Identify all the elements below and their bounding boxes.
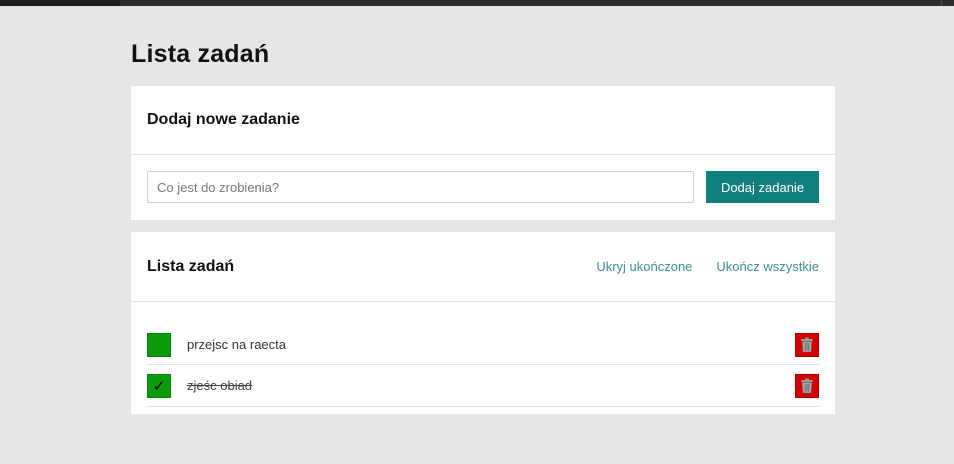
add-task-card: Dodaj nowe zadanie Dodaj zadanie xyxy=(131,86,835,220)
task-list-header: Lista zadań Ukryj ukończone Ukończ wszys… xyxy=(131,232,835,302)
delete-task-button[interactable] xyxy=(795,373,819,398)
add-task-heading: Dodaj nowe zadanie xyxy=(147,111,300,128)
todo-item: ✓ zjeśc obiad xyxy=(147,365,819,407)
add-task-button[interactable]: Dodaj zadanie xyxy=(706,171,819,203)
top-bar-tick xyxy=(940,0,943,6)
todo-item: przejsc na raecta xyxy=(147,325,819,365)
delete-task-button[interactable] xyxy=(795,332,819,357)
top-bar-shadow xyxy=(0,0,120,6)
browser-top-bar xyxy=(0,0,954,6)
task-list-actions: Ukryj ukończone Ukończ wszystkie xyxy=(596,259,819,274)
checkbox-icon[interactable] xyxy=(147,332,171,357)
trash-icon xyxy=(801,378,813,393)
task-list-heading: Lista zadań xyxy=(147,257,235,275)
todo-list: przejsc na raecta ✓ zjeśc obiad xyxy=(131,302,835,407)
checkbox-icon[interactable]: ✓ xyxy=(147,373,171,398)
hide-completed-link[interactable]: Ukryj ukończone xyxy=(596,259,692,274)
add-task-header: Dodaj nowe zadanie xyxy=(131,86,835,155)
add-task-form: Dodaj zadanie xyxy=(131,155,835,219)
trash-icon xyxy=(801,337,813,352)
new-task-input[interactable] xyxy=(147,171,694,203)
complete-all-link[interactable]: Ukończ wszystkie xyxy=(716,259,819,274)
todo-text: zjeśc obiad xyxy=(187,378,253,393)
task-list-card: Lista zadań Ukryj ukończone Ukończ wszys… xyxy=(131,232,835,414)
todo-text: przejsc na raecta xyxy=(187,337,286,352)
page-title: Lista zadań xyxy=(131,40,270,68)
